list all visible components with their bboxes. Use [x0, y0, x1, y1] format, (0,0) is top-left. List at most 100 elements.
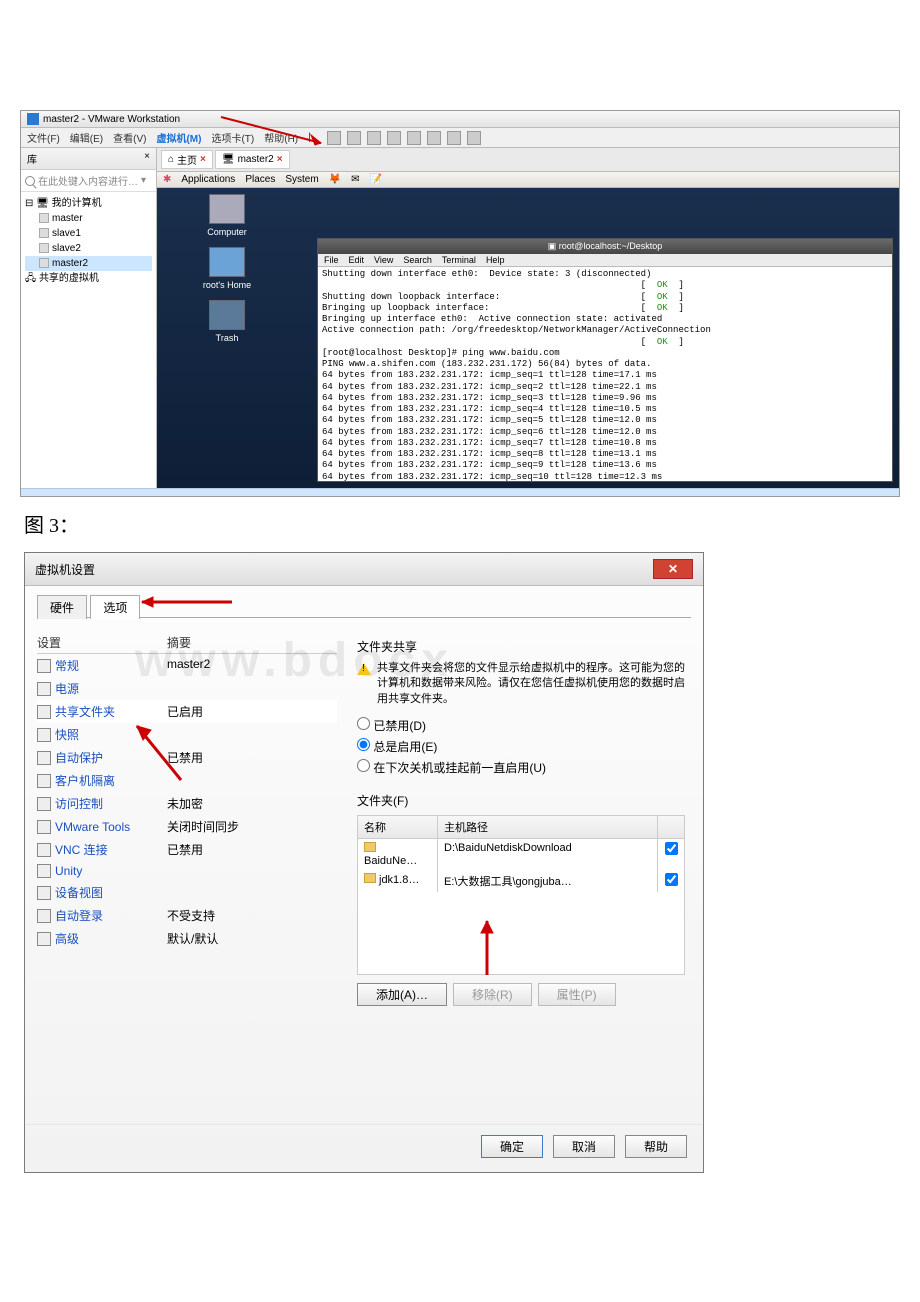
tree-item-slave2[interactable]: slave2 — [25, 241, 152, 256]
option-row[interactable]: 设备视图 — [37, 881, 337, 904]
folder-enabled-checkbox[interactable] — [665, 873, 678, 886]
vm-tabs: ⌂ 主页 × 🖥 master2 × — [157, 148, 899, 172]
gnome-menu-apps[interactable]: Applications — [181, 174, 235, 185]
ok-button[interactable]: 确定 — [481, 1135, 543, 1158]
option-icon — [37, 843, 51, 857]
tab-options[interactable]: 选项 — [90, 595, 140, 619]
radio-always-enabled[interactable]: 总是启用(E) — [357, 736, 685, 757]
folder-row[interactable]: jdk1.8…E:\大数据工具\gongjuba… — [358, 870, 684, 892]
option-row[interactable]: VNC 连接已禁用 — [37, 838, 337, 861]
tree-item-slave1[interactable]: slave1 — [25, 226, 152, 241]
annotation-arrow-tabs — [137, 592, 237, 612]
term-menu-search[interactable]: Search — [403, 255, 432, 265]
tab-master2[interactable]: 🖥 master2 × — [215, 150, 290, 169]
menu-help[interactable]: 帮助(H) — [264, 130, 298, 145]
pause-icon[interactable] — [327, 131, 341, 145]
trash-icon — [209, 300, 245, 330]
terminal-icon: ▣ — [548, 241, 557, 251]
cancel-button[interactable]: 取消 — [553, 1135, 615, 1158]
unity-icon[interactable] — [447, 131, 461, 145]
vm-settings-dialog: 虚拟机设置 ✕ 硬件 选项 www.bdocx 设置 摘要 常规master2电… — [24, 552, 704, 1173]
close-icon[interactable]: × — [200, 154, 206, 165]
term-menu-file[interactable]: File — [324, 255, 339, 265]
option-icon — [37, 909, 51, 923]
terminal-menubar: File Edit View Search Terminal Help — [318, 254, 892, 267]
close-icon[interactable]: × — [144, 151, 150, 166]
dropdown-icon[interactable] — [347, 131, 361, 145]
desktop-computer[interactable]: Computer — [167, 194, 287, 237]
option-summary: 关闭时间同步 — [167, 818, 239, 835]
menu-file[interactable]: 文件(F) — [27, 130, 60, 145]
tree-shared-vms[interactable]: 🖧 共享的虚拟机 — [25, 271, 152, 286]
remove-button[interactable]: 移除(R) — [453, 983, 532, 1006]
vm-icon — [39, 213, 49, 223]
desktop-home[interactable]: root's Home — [167, 247, 287, 290]
gnome-menu-system[interactable]: System — [285, 174, 318, 185]
chevron-down-icon[interactable]: ▾ — [141, 175, 146, 186]
option-summary: 不受支持 — [167, 907, 215, 924]
option-icon — [37, 751, 51, 765]
thumbnail-icon[interactable] — [467, 131, 481, 145]
fullscreen-icon[interactable] — [427, 131, 441, 145]
term-menu-view[interactable]: View — [374, 255, 393, 265]
toolbar-separator: | — [308, 132, 311, 143]
vm-icon — [39, 228, 49, 238]
menubar: 文件(F) 编辑(E) 查看(V) 虚拟机(M) 选项卡(T) 帮助(H) | — [21, 128, 899, 148]
term-menu-edit[interactable]: Edit — [349, 255, 365, 265]
close-icon[interactable]: × — [277, 154, 283, 165]
folder-icon — [364, 842, 376, 852]
menu-view[interactable]: 查看(V) — [113, 130, 146, 145]
annotation-arrow-folder-row — [467, 915, 507, 985]
desktop-trash[interactable]: Trash — [167, 300, 287, 343]
add-button[interactable]: 添加(A)… — [357, 983, 447, 1006]
library-search[interactable]: 在此处键入内容进行… ▾ — [21, 170, 156, 192]
option-row[interactable]: 访问控制未加密 — [37, 792, 337, 815]
window-titlebar: master2 - VMware Workstation — [21, 111, 899, 128]
gnome-desktop[interactable]: Computer root's Home Trash ▣ root@localh… — [157, 188, 899, 488]
tree-my-computer[interactable]: ⊟ 🖥 我的计算机 — [25, 196, 152, 211]
desktop-icons: Computer root's Home Trash — [167, 194, 287, 353]
radio-disabled[interactable]: 已禁用(D) — [357, 715, 685, 736]
menu-edit[interactable]: 编辑(E) — [70, 130, 103, 145]
folder-enabled-checkbox[interactable] — [665, 842, 678, 855]
gnome-menu-places[interactable]: Places — [245, 174, 275, 185]
option-icon — [37, 864, 51, 878]
properties-button[interactable]: 属性(P) — [538, 983, 616, 1006]
sharing-mode-radios: 已禁用(D) 总是启用(E) 在下次关机或挂起前一直启用(U) — [357, 715, 685, 778]
options-list: 设置 摘要 常规master2电源共享文件夹已启用快照自动保护已禁用客户机隔离访… — [37, 634, 337, 1114]
term-menu-help[interactable]: Help — [486, 255, 505, 265]
option-row[interactable]: 高级默认/默认 — [37, 927, 337, 950]
terminal-titlebar: ▣ root@localhost:~/Desktop — [318, 239, 892, 254]
terminal-title: root@localhost:~/Desktop — [559, 241, 662, 251]
app-icon — [27, 113, 39, 125]
library-header: 库 × — [21, 148, 156, 170]
gnome-menubar: ✱ Applications Places System 🦊 ✉ 📝 — [157, 172, 899, 188]
tab-hardware[interactable]: 硬件 — [37, 595, 87, 619]
note-icon[interactable]: 📝 — [370, 174, 382, 185]
computer-icon — [209, 194, 245, 224]
terminal-output[interactable]: Shutting down interface eth0: Device sta… — [318, 267, 892, 481]
revert-icon[interactable] — [387, 131, 401, 145]
close-button[interactable]: ✕ — [653, 559, 693, 579]
option-summary: 默认/默认 — [167, 930, 218, 947]
firefox-icon[interactable]: 🦊 — [329, 174, 341, 185]
term-menu-terminal[interactable]: Terminal — [442, 255, 476, 265]
option-icon — [37, 886, 51, 900]
tree-item-master2[interactable]: master2 — [25, 256, 152, 271]
option-row[interactable]: Unity — [37, 861, 337, 881]
vmware-workstation-window: master2 - VMware Workstation 文件(F) 编辑(E)… — [20, 110, 900, 497]
menu-vm[interactable]: 虚拟机(M) — [156, 130, 201, 145]
option-row[interactable]: 自动登录不受支持 — [37, 904, 337, 927]
tab-home[interactable]: ⌂ 主页 × — [161, 150, 213, 169]
option-row[interactable]: VMware Tools关闭时间同步 — [37, 815, 337, 838]
snapshot-icon[interactable] — [367, 131, 381, 145]
radio-enabled-until[interactable]: 在下次关机或挂起前一直启用(U) — [357, 757, 685, 778]
folder-row[interactable]: BaiduNe…D:\BaiduNetdiskDownload — [358, 839, 684, 870]
tree-item-master[interactable]: master — [25, 211, 152, 226]
option-icon — [37, 728, 51, 742]
menu-tabs[interactable]: 选项卡(T) — [211, 130, 254, 145]
help-button[interactable]: 帮助 — [625, 1135, 687, 1158]
manage-icon[interactable] — [407, 131, 421, 145]
mail-icon[interactable]: ✉ — [351, 174, 359, 185]
dialog-titlebar: 虚拟机设置 ✕ — [25, 553, 703, 586]
